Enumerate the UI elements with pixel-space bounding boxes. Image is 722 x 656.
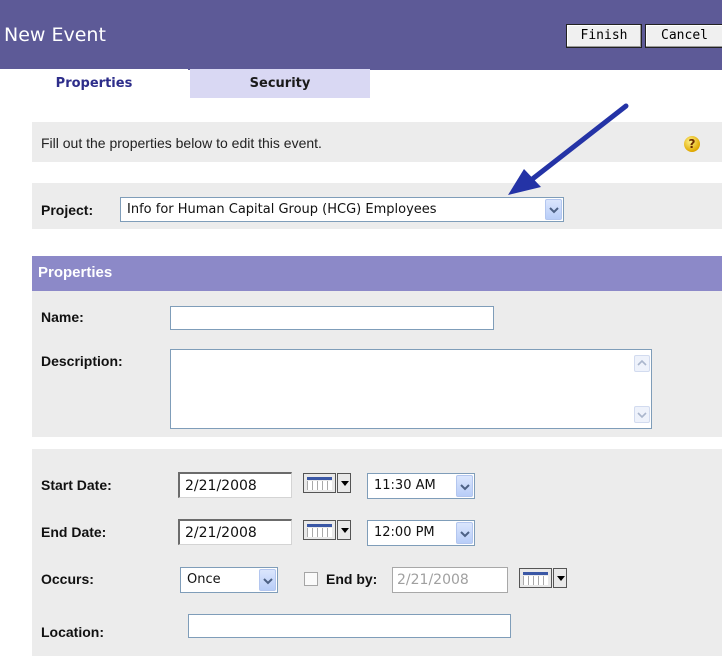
- end-date-input[interactable]: 2/21/2008: [178, 519, 292, 545]
- end-by-label: End by:: [326, 571, 378, 587]
- description-label: Description:: [41, 353, 123, 369]
- page-title: New Event: [4, 24, 106, 46]
- end-time-value: 12:00 PM: [374, 525, 435, 540]
- description-textarea[interactable]: [170, 349, 652, 429]
- tab-properties[interactable]: Properties: [0, 69, 188, 98]
- chevron-down-icon[interactable]: [456, 475, 473, 497]
- end-date-calendar-icon[interactable]: [303, 520, 351, 542]
- section-heading: Properties: [38, 264, 113, 281]
- project-select[interactable]: Info for Human Capital Group (HCG) Emplo…: [120, 197, 564, 222]
- help-question-icon[interactable]: ?: [684, 136, 700, 152]
- start-time-value: 11:30 AM: [374, 478, 436, 493]
- scroll-down-icon[interactable]: [634, 406, 650, 423]
- end-time-select[interactable]: 12:00 PM: [367, 520, 475, 546]
- chevron-down-icon[interactable]: [545, 199, 562, 220]
- location-input[interactable]: [188, 614, 511, 638]
- project-label: Project:: [41, 202, 94, 218]
- name-input[interactable]: [170, 306, 494, 330]
- occurs-label: Occurs:: [41, 571, 94, 587]
- cancel-button[interactable]: Cancel: [645, 24, 722, 48]
- annotation-arrow: [508, 103, 629, 195]
- start-time-select[interactable]: 11:30 AM: [367, 473, 475, 499]
- project-select-value: Info for Human Capital Group (HCG) Emplo…: [127, 202, 437, 217]
- finish-button[interactable]: Finish: [566, 24, 642, 48]
- name-label: Name:: [41, 309, 84, 325]
- end-by-calendar-icon[interactable]: [519, 568, 567, 590]
- start-date-calendar-icon[interactable]: [303, 473, 351, 495]
- start-date-input[interactable]: 2/21/2008: [178, 472, 292, 498]
- tab-security[interactable]: Security: [190, 69, 370, 98]
- section-header-properties: Properties: [32, 256, 722, 291]
- occurs-value: Once: [187, 572, 221, 587]
- chevron-down-icon[interactable]: [456, 522, 473, 544]
- chevron-down-icon[interactable]: [259, 569, 276, 591]
- end-by-checkbox[interactable]: [304, 572, 318, 586]
- scroll-up-icon[interactable]: [634, 355, 650, 372]
- end-by-date-input[interactable]: 2/21/2008: [392, 567, 508, 593]
- start-date-label: Start Date:: [41, 477, 112, 493]
- end-date-label: End Date:: [41, 524, 107, 540]
- location-label: Location:: [41, 624, 104, 640]
- intro-text: Fill out the properties below to edit th…: [41, 135, 322, 151]
- occurs-select[interactable]: Once: [180, 567, 278, 593]
